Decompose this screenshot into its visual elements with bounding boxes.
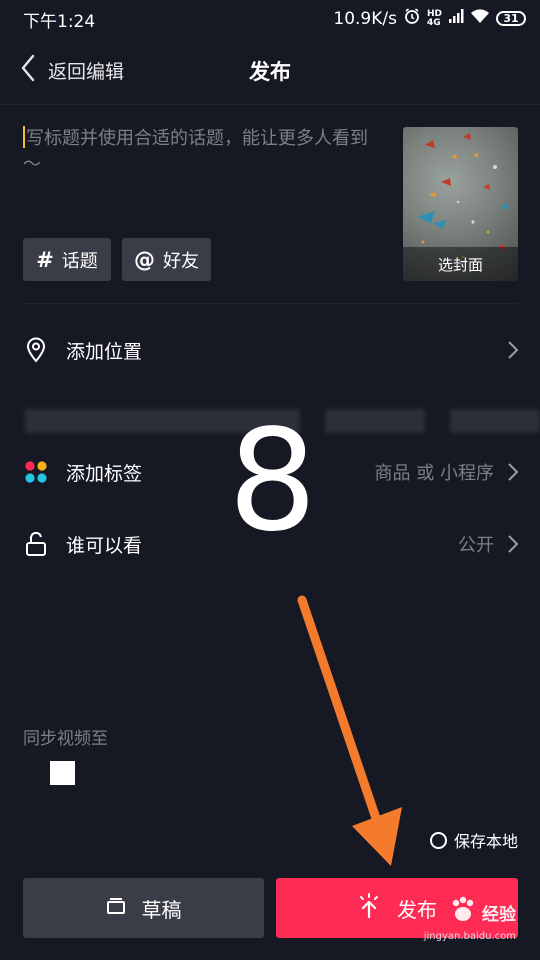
signal-icon: [448, 8, 464, 29]
step-number-annotation: 8: [228, 400, 318, 563]
watermark-brand: 经验: [482, 904, 516, 925]
back-label: 返回编辑: [48, 60, 125, 83]
add-tag-value: 商品 或 小程序: [374, 463, 494, 484]
caption-placeholder: 写标题并使用合适的话题，能让更多人看到～: [23, 128, 368, 175]
draft-label: 草稿: [141, 897, 182, 922]
location-suggestion[interactable]: [325, 409, 425, 433]
at-icon: @: [134, 247, 155, 272]
add-location-row[interactable]: 添加位置: [0, 320, 540, 380]
watermark-url: jingyan.baidu.com: [423, 931, 516, 942]
nav-bar: 发布 返回编辑: [0, 38, 540, 102]
unlock-icon: [23, 531, 49, 557]
radio-icon: [429, 831, 447, 849]
battery-icon: 31: [496, 11, 526, 26]
visibility-label: 谁可以看: [66, 534, 143, 557]
status-bar: 下午1:24 10.9K/s HD 4G 31: [0, 0, 540, 36]
add-tag-label: 添加标签: [66, 462, 143, 485]
hashtag-icon: #: [36, 247, 54, 272]
text-caret: [23, 126, 25, 148]
friend-label: 好友: [163, 250, 199, 272]
status-right: 10.9K/s HD 4G 31: [333, 7, 526, 30]
draft-button[interactable]: 草稿: [23, 878, 264, 938]
chevron-right-icon: [508, 341, 519, 359]
status-time: 下午1:24: [23, 12, 96, 32]
topic-button[interactable]: # 话题: [23, 238, 111, 281]
chevron-right-icon: [508, 535, 519, 553]
alarm-icon: [403, 7, 421, 30]
hd-indicator: HD 4G: [426, 8, 442, 28]
sync-label: 同步视频至: [23, 729, 108, 749]
visibility-value: 公开: [458, 535, 494, 556]
baidu-watermark: 经验 jingyan.baidu.com: [424, 896, 516, 942]
net-speed: 10.9K/s: [333, 8, 397, 29]
location-suggestion[interactable]: [450, 409, 540, 433]
header-divider: [0, 104, 540, 105]
chevron-left-icon: [20, 54, 36, 86]
chevron-right-icon: [508, 463, 519, 481]
wifi-icon: [470, 8, 490, 29]
sync-platform-checkbox[interactable]: [50, 761, 75, 785]
save-local-option[interactable]: 保存本地: [429, 828, 518, 852]
tag-dots-icon: [23, 459, 49, 485]
back-button[interactable]: 返回编辑: [20, 50, 124, 90]
paw-logo-icon: [448, 896, 478, 928]
section-divider: [23, 303, 518, 304]
topic-label: 话题: [61, 250, 98, 272]
save-local-label: 保存本地: [453, 832, 518, 851]
mention-friend-button[interactable]: @ 好友: [122, 238, 211, 281]
publish-sparkle-icon: [357, 892, 381, 924]
add-location-label: 添加位置: [66, 340, 143, 363]
draft-box-icon: [106, 896, 126, 920]
select-cover-label: 选封面: [403, 247, 518, 281]
cover-thumbnail[interactable]: 选封面: [403, 127, 518, 281]
caption-input[interactable]: 写标题并使用合适的话题，能让更多人看到～: [23, 126, 383, 178]
location-pin-icon: [23, 337, 49, 363]
